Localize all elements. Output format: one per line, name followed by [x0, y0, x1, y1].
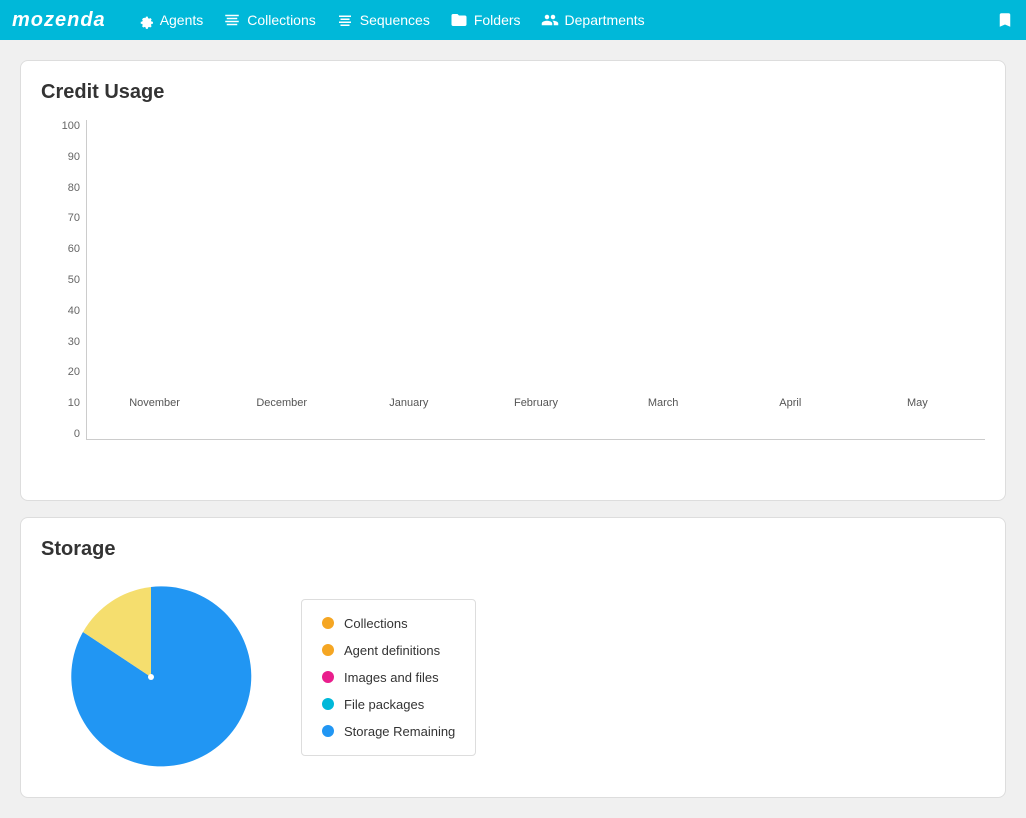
y-axis: 0 10 20 30 40 50 60 70 80 90 100 [41, 120, 86, 440]
bar-label: February [514, 397, 558, 409]
y-label: 50 [41, 274, 86, 286]
nav-sequences[interactable]: Sequences [336, 11, 430, 29]
legend-label: File packages [344, 697, 424, 712]
y-label: 70 [41, 212, 86, 224]
collections-icon [223, 11, 241, 29]
storage-title: Storage [41, 538, 985, 561]
bars-container: November December January February March Apri… [87, 120, 985, 409]
nav-bookmark[interactable] [996, 11, 1014, 29]
y-label: 60 [41, 243, 86, 255]
y-label: 90 [41, 151, 86, 163]
storage-content: Collections Agent definitions Images and f… [41, 577, 985, 777]
bar-label: November [129, 397, 180, 409]
nav-departments[interactable]: Departments [541, 11, 645, 29]
legend-label: Storage Remaining [344, 724, 455, 739]
main-content: Credit Usage 0 10 20 30 40 50 60 70 80 90 100 Nove… [0, 40, 1026, 818]
pie-chart [41, 577, 261, 777]
gear-icon [136, 11, 154, 29]
nav-folders[interactable]: Folders [450, 11, 521, 29]
legend-label: Images and files [344, 670, 439, 685]
nav-sequences-label: Sequences [360, 12, 430, 28]
legend-item: Storage Remaining [322, 724, 455, 739]
sequences-icon [336, 11, 354, 29]
legend-dot [322, 698, 334, 710]
nav-folders-label: Folders [474, 12, 521, 28]
bar-label: May [907, 397, 928, 409]
legend: Collections Agent definitions Images and f… [301, 599, 476, 756]
legend-item: Collections [322, 616, 455, 631]
storage-card: Storage Collections Agent definitions Imag… [20, 517, 1006, 798]
nav-agents-label: Agents [160, 12, 204, 28]
nav-departments-label: Departments [565, 12, 645, 28]
nav-collections-label: Collections [247, 12, 315, 28]
bar-group: May [860, 391, 975, 409]
bookmark-icon [996, 11, 1014, 29]
nav-collections[interactable]: Collections [223, 11, 315, 29]
chart-area: November December January February March Apri… [86, 120, 985, 440]
bar-group: April [733, 391, 848, 409]
legend-label: Collections [344, 616, 408, 631]
y-label: 30 [41, 336, 86, 348]
departments-icon [541, 11, 559, 29]
credit-usage-title: Credit Usage [41, 81, 985, 104]
bar-group: November [97, 391, 212, 409]
bar-chart: 0 10 20 30 40 50 60 70 80 90 100 November December J… [41, 120, 985, 480]
bar-group: January [351, 391, 466, 409]
logo: mozenda [12, 9, 106, 32]
y-label: 80 [41, 182, 86, 194]
bar-label: January [389, 397, 428, 409]
nav-agents[interactable]: Agents [136, 11, 204, 29]
y-label: 100 [41, 120, 86, 132]
y-label: 40 [41, 305, 86, 317]
y-label: 0 [41, 428, 86, 440]
legend-item: File packages [322, 697, 455, 712]
legend-label: Agent definitions [344, 643, 440, 658]
bar-group: March [606, 391, 721, 409]
legend-dot [322, 725, 334, 737]
credit-usage-card: Credit Usage 0 10 20 30 40 50 60 70 80 90 100 Nove… [20, 60, 1006, 501]
bar-label: March [648, 397, 679, 409]
bar-label: April [779, 397, 801, 409]
navbar: mozenda Agents Collections Sequences Fol… [0, 0, 1026, 40]
y-label: 20 [41, 366, 86, 378]
y-label: 10 [41, 397, 86, 409]
legend-dot [322, 671, 334, 683]
legend-item: Agent definitions [322, 643, 455, 658]
bar-group: February [478, 391, 593, 409]
legend-item: Images and files [322, 670, 455, 685]
pie-svg [41, 577, 261, 777]
bar-label: December [256, 397, 307, 409]
legend-dot [322, 617, 334, 629]
bar-group: December [224, 391, 339, 409]
folders-icon [450, 11, 468, 29]
legend-dot [322, 644, 334, 656]
